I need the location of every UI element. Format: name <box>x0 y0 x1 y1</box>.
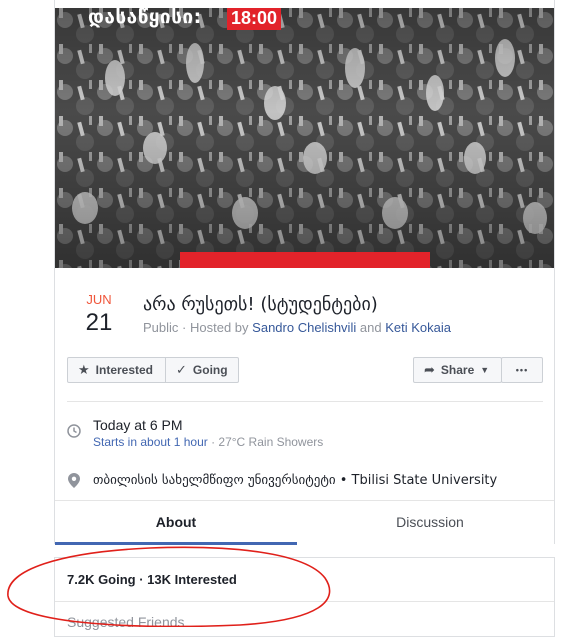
active-tab-indicator <box>55 542 297 545</box>
attendance-summary[interactable]: 7.2K Going · 13K Interested <box>67 572 237 587</box>
interested-label: Interested <box>95 363 154 377</box>
event-title: არა რუსეთს! (სტუდენტები) <box>143 294 378 315</box>
share-arrow-icon: ➦ <box>424 362 435 377</box>
event-time-detail: Starts in about 1 hour · 27°C Rain Showe… <box>93 435 323 449</box>
event-cover-photo[interactable]: დასაწყისი: 18:00 <box>55 8 554 268</box>
interested-button[interactable]: ★ Interested <box>67 357 166 383</box>
caret-down-icon: ▼ <box>480 365 490 375</box>
event-location[interactable]: თბილისის სახელმწიფო უნივერსიტეტი • Tbili… <box>93 473 497 488</box>
event-date-day: 21 <box>85 309 113 336</box>
clock-icon <box>67 424 81 443</box>
going-label: Going <box>192 363 228 377</box>
cover-red-banner <box>180 252 430 268</box>
cover-time-badge: 18:00 <box>227 8 281 30</box>
suggested-friends-heading: Suggested Friends <box>67 614 185 630</box>
event-time: Today at 6 PM <box>93 417 183 433</box>
star-icon: ★ <box>78 362 90 377</box>
event-tabs: About Discussion <box>55 500 554 545</box>
location-pin-icon <box>68 473 80 493</box>
event-date-month: JUN <box>86 292 112 307</box>
crowd-photo <box>55 8 554 268</box>
weather-text: · 27°C Rain Showers <box>207 435 324 449</box>
event-privacy: Public <box>143 320 179 335</box>
host-link-1[interactable]: Sandro Chelishvili <box>252 320 356 335</box>
host-link-2[interactable]: Keti Kokaia <box>385 320 451 335</box>
stats-divider <box>55 601 554 602</box>
cover-start-label: დასაწყისი: <box>88 8 202 28</box>
going-button[interactable]: ✓ Going <box>165 357 239 383</box>
tab-about[interactable]: About <box>55 501 297 544</box>
share-button[interactable]: ➦ Share ▼ <box>413 357 502 383</box>
hosted-by-label: Hosted by <box>190 320 249 335</box>
share-label: Share <box>440 363 475 377</box>
more-options-button[interactable]: ••• <box>501 357 543 383</box>
tab-discussion[interactable]: Discussion <box>309 501 551 544</box>
more-dots-icon: ••• <box>515 365 529 375</box>
actions-divider <box>67 401 543 402</box>
event-host-line: Public · Hosted by Sandro Chelishvili an… <box>143 320 451 335</box>
starts-in-link[interactable]: Starts in about 1 hour <box>93 435 208 449</box>
checkmark-icon: ✓ <box>176 362 187 377</box>
host-and: and <box>359 320 382 335</box>
